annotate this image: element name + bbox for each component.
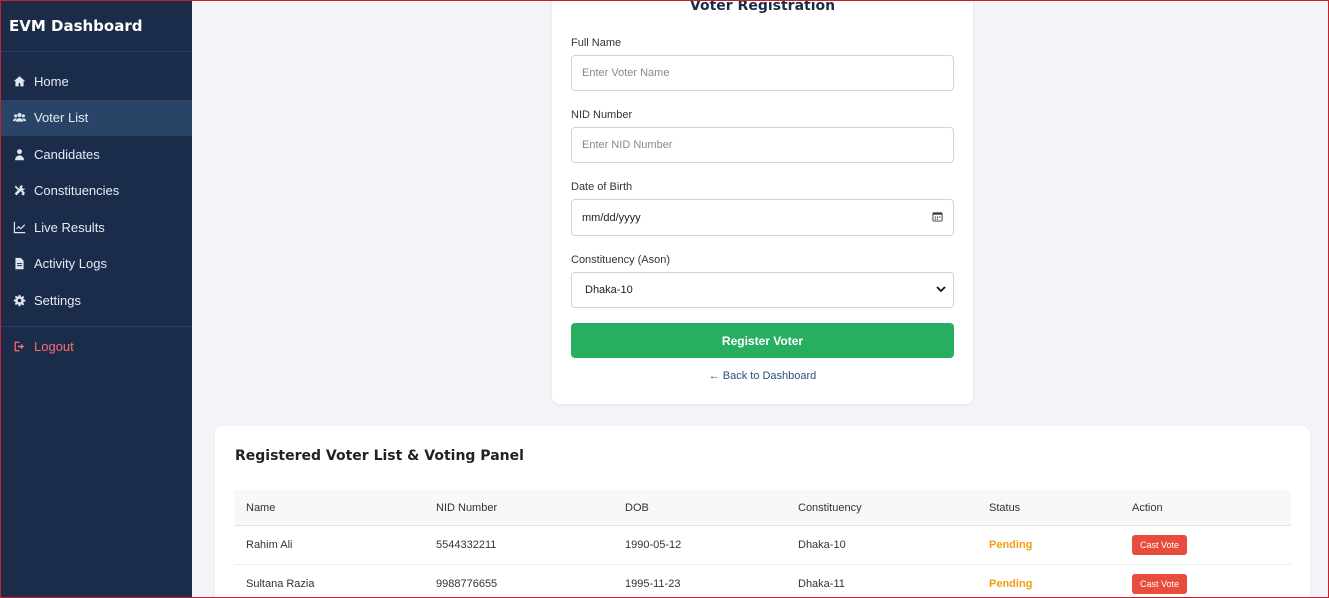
full-name-label: Full Name: [571, 37, 622, 49]
sidebar-item-constituencies[interactable]: Constituencies: [0, 173, 192, 210]
status-badge: Pending: [989, 578, 1033, 590]
voter-registration-card: Voter Registration Full Name NID Number …: [552, 0, 973, 404]
voter-name: Sultana Razia: [246, 578, 315, 590]
file-icon: [12, 256, 27, 271]
sidebar-item-label: Candidates: [34, 146, 100, 162]
column-header: NID Number: [436, 501, 498, 514]
brand-title: EVM Dashboard: [0, 0, 192, 52]
dob-value: mm/dd/yyyy: [582, 211, 641, 224]
sidebar-item-label: Home: [34, 73, 69, 89]
column-header: DOB: [625, 501, 649, 514]
action-cell: Cast Vote: [1132, 565, 1188, 598]
logout-button[interactable]: Logout: [0, 329, 192, 365]
nid-field: [571, 127, 954, 163]
sidebar-item-voter-list[interactable]: Voter List: [0, 99, 192, 136]
nid-label: NID Number: [571, 109, 633, 121]
sidebar-item-candidates[interactable]: Candidates: [0, 136, 192, 173]
sidebar-item-home[interactable]: Home: [0, 63, 192, 100]
table-header: Name NID Number DOB Constituency Status …: [234, 490, 1291, 526]
sidebar-item-settings[interactable]: Settings: [0, 282, 192, 319]
sidebar-divider: [0, 325, 192, 327]
sidebar-item-activity-logs[interactable]: Activity Logs: [0, 246, 192, 283]
voter-name: Rahim Ali: [246, 539, 293, 551]
voter-table: Name NID Number DOB Constituency Status …: [234, 490, 1291, 598]
constituency-label: Constituency (Ason): [571, 254, 671, 266]
voter-nid: 9988776655: [436, 578, 498, 590]
sidebar: EVM Dashboard Home Voter List Candidates…: [0, 0, 192, 598]
user-icon: [12, 147, 27, 162]
sidebar-item-label: Live Results: [34, 219, 105, 235]
chart-icon: [12, 220, 27, 235]
tools-icon: [12, 183, 27, 198]
voter-dob: 1990-05-12: [625, 539, 682, 551]
logout-icon: [12, 339, 27, 354]
home-icon: [12, 74, 27, 89]
logout-label: Logout: [34, 339, 74, 354]
voter-dob: 1995-11-23: [625, 578, 681, 590]
column-header: Constituency: [798, 501, 862, 514]
register-voter-button[interactable]: Register Voter: [571, 323, 954, 358]
status-badge: Pending: [989, 539, 1033, 551]
voter-nid: 5544332211: [436, 539, 497, 551]
dob-input[interactable]: mm/dd/yyyy: [571, 199, 954, 236]
table-row: Rahim Ali 5544332211 1990-05-12 Dhaka-10…: [234, 526, 1291, 565]
full-name-input[interactable]: [582, 67, 953, 79]
chevron-down-icon: [935, 283, 947, 298]
sidebar-item-label: Activity Logs: [34, 256, 107, 272]
nid-input[interactable]: [582, 139, 953, 151]
sidebar-nav: Home Voter List Candidates Constituencie…: [0, 63, 192, 319]
back-to-dashboard-link[interactable]: ← Back to Dashboard: [552, 370, 973, 382]
gear-icon: [12, 293, 27, 308]
voter-list-panel: Registered Voter List & Voting Panel Nam…: [215, 426, 1310, 598]
dob-label: Date of Birth: [571, 181, 633, 193]
table-row: Sultana Razia 9988776655 1995-11-23 Dhak…: [234, 565, 1291, 598]
constituency-value: Dhaka-10: [585, 284, 633, 296]
sidebar-item-label: Settings: [34, 292, 81, 308]
sidebar-item-label: Constituencies: [34, 183, 120, 199]
voter-constituency: Dhaka-10: [798, 539, 846, 551]
cast-vote-button[interactable]: Cast Vote: [1132, 574, 1188, 594]
constituency-select[interactable]: Dhaka-10: [571, 272, 954, 308]
users-icon: [12, 110, 27, 125]
column-header: Status: [989, 501, 1021, 514]
calendar-icon[interactable]: [932, 211, 943, 225]
cast-vote-button[interactable]: Cast Vote: [1132, 535, 1188, 555]
full-name-field: [571, 55, 954, 91]
form-title: Voter Registration: [689, 0, 836, 14]
sidebar-item-label: Voter List: [34, 110, 89, 126]
column-header: Name: [246, 501, 276, 514]
panel-title: Registered Voter List & Voting Panel: [235, 448, 524, 464]
voter-constituency: Dhaka-11: [798, 578, 845, 590]
column-header: Action: [1132, 501, 1163, 514]
action-cell: Cast Vote: [1132, 526, 1188, 564]
sidebar-item-live-results[interactable]: Live Results: [0, 209, 192, 246]
